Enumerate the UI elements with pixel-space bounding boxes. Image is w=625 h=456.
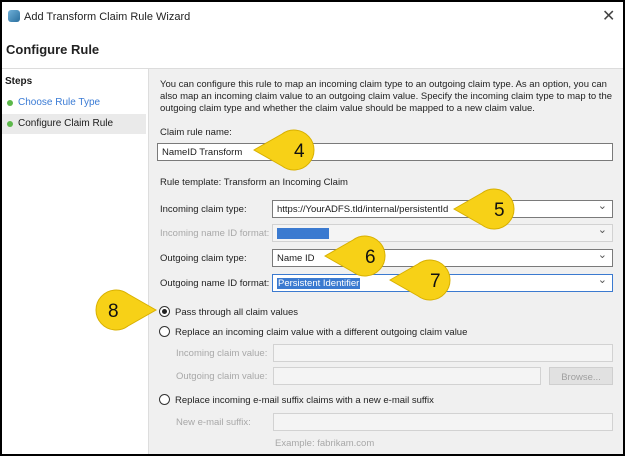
close-icon[interactable]: ✕ [602, 6, 615, 26]
outgoing-claim-value-input[interactable] [273, 367, 541, 385]
incoming-claim-type-select[interactable]: https://YourADFS.tld/internal/persistent… [272, 199, 613, 218]
steps-title: Steps [5, 76, 33, 87]
incoming-value-label: Incoming claim value: [176, 348, 268, 359]
rule-name-input[interactable]: NameID Transform [157, 143, 613, 161]
page-title: Configure Rule [6, 42, 100, 57]
radio-pass-through-label: Pass through all claim values [175, 307, 299, 318]
outgoing-type-value: Name ID [277, 253, 315, 264]
app-icon [8, 10, 20, 22]
callout-number: 6 [365, 247, 376, 268]
radio-email-suffix[interactable] [159, 394, 170, 405]
callout-5: 5 [452, 188, 515, 230]
radio-replace-value[interactable] [159, 326, 170, 337]
email-example: Example: fabrikam.com [275, 438, 375, 449]
window-title: Add Transform Claim Rule Wizard [24, 11, 191, 23]
step-choose-rule-type[interactable]: Choose Rule Type [2, 93, 146, 113]
incoming-format-value: Unspecified [277, 228, 329, 239]
outgoing-format-label: Outgoing name ID format: [160, 278, 270, 289]
step-status-icon [7, 100, 13, 106]
callout-number: 7 [430, 271, 441, 292]
rule-name-label: Claim rule name: [160, 127, 232, 138]
incoming-claim-value-input[interactable] [273, 344, 613, 362]
rule-template: Rule template: Transform an Incoming Cla… [160, 177, 348, 188]
incoming-type-value: https://YourADFS.tld/internal/persistent… [277, 204, 449, 215]
callout-7: 7 [388, 259, 451, 301]
email-suffix-label: New e-mail suffix: [176, 417, 251, 428]
steps-panel: Steps Choose Rule Type Configure Claim R… [2, 69, 148, 454]
incoming-format-label: Incoming name ID format: [160, 228, 270, 239]
radio-replace-value-label: Replace an incoming claim value with a d… [175, 327, 468, 338]
outgoing-value-label: Outgoing claim value: [176, 371, 268, 382]
callout-number: 8 [108, 301, 119, 322]
callout-8: 8 [95, 289, 158, 331]
callout-6: 6 [323, 235, 386, 277]
wizard-window: Add Transform Claim Rule Wizard ✕ Config… [2, 2, 623, 454]
callout-number: 4 [294, 141, 305, 162]
outgoing-type-label: Outgoing claim type: [160, 253, 247, 264]
new-email-suffix-input[interactable] [273, 413, 613, 431]
outgoing-format-value: Persistent Identifier [277, 278, 361, 289]
incoming-type-label: Incoming claim type: [160, 204, 247, 215]
step-label: Configure Claim Rule [18, 118, 114, 129]
description: You can configure this rule to map an in… [160, 79, 613, 114]
callout-4: 4 [252, 129, 315, 171]
step-configure-claim-rule[interactable]: Configure Claim Rule [2, 114, 146, 134]
callout-number: 5 [494, 200, 505, 221]
radio-email-suffix-label: Replace incoming e-mail suffix claims wi… [175, 395, 434, 406]
step-status-icon [7, 121, 13, 127]
browse-button[interactable]: Browse... [549, 367, 613, 385]
rule-name-value: NameID Transform [162, 147, 243, 158]
radio-pass-through[interactable] [159, 306, 170, 317]
step-label: Choose Rule Type [18, 97, 101, 108]
